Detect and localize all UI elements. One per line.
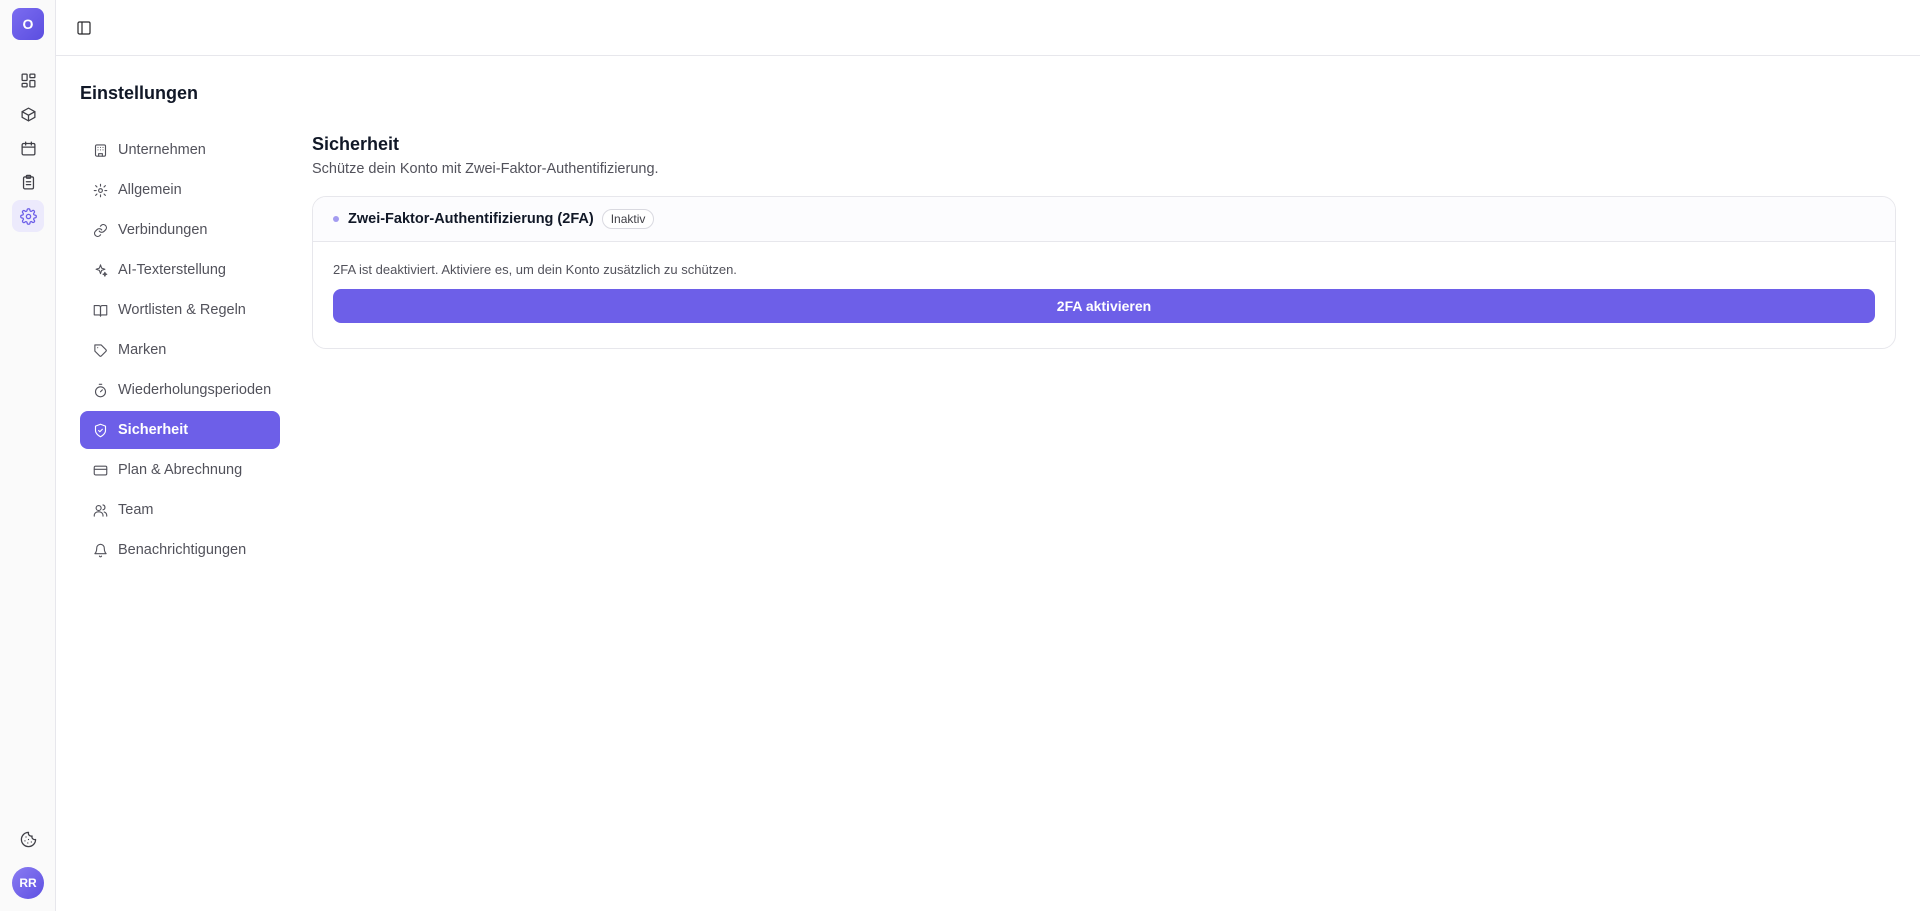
gear-icon <box>93 183 108 197</box>
settings-nav-button[interactable] <box>12 200 44 232</box>
clipboard-icon <box>22 174 34 190</box>
panel-left-icon <box>77 21 91 35</box>
building-icon <box>94 143 107 157</box>
subnav-item-wiederholungsperioden[interactable]: Wiederholungsperioden <box>80 371 280 409</box>
tag-icon <box>94 343 107 357</box>
sparkles-icon <box>95 263 108 277</box>
subnav-item-sicherheit[interactable]: Sicherheit <box>80 411 280 449</box>
calendar-icon <box>20 140 36 156</box>
subnav-item-allgemein[interactable]: Allgemein <box>80 171 280 209</box>
top-bar <box>56 0 1920 56</box>
section-description: Schütze dein Konto mit Zwei-Faktor-Authe… <box>312 161 659 177</box>
dashboard-nav-button[interactable] <box>12 64 44 96</box>
cookie-settings-button[interactable] <box>12 823 44 855</box>
workspace-logo[interactable]: O <box>12 8 44 40</box>
dashboard-icon <box>20 72 36 88</box>
products-nav-button[interactable] <box>12 98 44 130</box>
app-rail: O RR <box>0 0 56 911</box>
subnav-item-label: Unternehmen <box>118 142 206 158</box>
status-badge: Inaktiv <box>601 209 655 229</box>
subnav-item-label: Wortlisten & Regeln <box>118 302 246 318</box>
subnav-item-label: Plan & Abrechnung <box>118 462 243 478</box>
twofa-message: 2FA ist deaktiviert. Aktiviere es, um de… <box>333 262 737 277</box>
user-avatar[interactable]: RR <box>12 867 44 899</box>
subnav-item-label: Verbindungen <box>118 222 208 238</box>
subnav-item-label: Allgemein <box>118 182 182 198</box>
subnav-item-unternehmen[interactable]: Unternehmen <box>80 131 280 169</box>
subnav-item-plan-abrechnung[interactable]: Plan & Abrechnung <box>80 451 280 489</box>
link-icon <box>94 223 107 237</box>
cookie-icon <box>20 831 36 847</box>
users-icon <box>93 503 108 517</box>
subnav-item-wortlisten[interactable]: Wortlisten & Regeln <box>80 291 280 329</box>
twofa-title: Zwei-Faktor-Authentifizierung (2FA) <box>348 211 594 227</box>
sidebar-toggle-button[interactable] <box>70 14 98 42</box>
section-title: Sicherheit <box>312 134 400 154</box>
subnav-item-label: Marken <box>118 342 167 358</box>
subnav-item-label: Benachrichtigungen <box>118 542 247 558</box>
bell-icon <box>94 543 107 557</box>
subnav-item-label: Sicherheit <box>118 422 189 438</box>
status-dot <box>333 216 339 222</box>
box-icon <box>20 106 36 122</box>
credit-card-icon <box>93 465 108 475</box>
subnav-item-ai-texterstellung[interactable]: AI-Texterstellung <box>80 251 280 289</box>
subnav-item-benachrichtigungen[interactable]: Benachrichtigungen <box>80 531 280 569</box>
subnav-item-label: Wiederholungsperioden <box>118 382 272 398</box>
gear-icon <box>19 207 37 225</box>
book-icon <box>93 304 108 317</box>
subnav-item-marken[interactable]: Marken <box>80 331 280 369</box>
timer-icon <box>94 383 107 397</box>
twofa-card-body: 2FA ist deaktiviert. Aktiviere es, um de… <box>313 242 1895 323</box>
subnav-item-verbindungen[interactable]: Verbindungen <box>80 211 280 249</box>
twofa-card: Zwei-Faktor-Authentifizierung (2FA) Inak… <box>312 196 1896 349</box>
subnav-item-label: AI-Texterstellung <box>118 262 226 278</box>
page-title: Einstellungen <box>80 83 199 103</box>
subnav-item-label: Team <box>118 502 154 518</box>
enable-2fa-button[interactable]: 2FA aktivieren <box>333 289 1875 323</box>
tasks-nav-button[interactable] <box>12 166 44 198</box>
twofa-card-header: Zwei-Faktor-Authentifizierung (2FA) Inak… <box>313 197 1895 242</box>
settings-subnav: Unternehmen Allgemein Verbindungen AI-Te… <box>80 131 280 571</box>
calendar-nav-button[interactable] <box>12 132 44 164</box>
subnav-item-team[interactable]: Team <box>80 491 280 529</box>
shield-check-icon <box>94 423 107 437</box>
